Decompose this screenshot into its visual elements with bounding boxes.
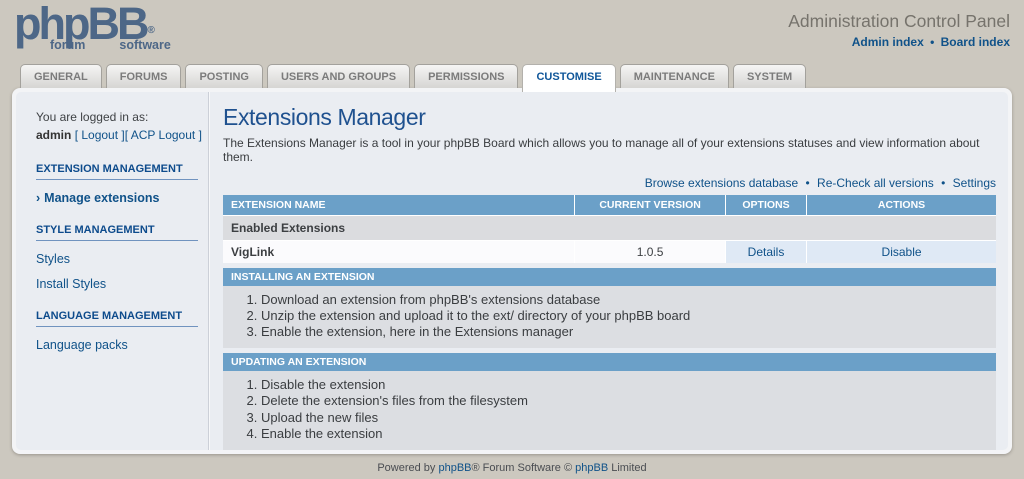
link-separator: •: [930, 35, 934, 49]
phpbb-footer-link[interactable]: phpBB: [438, 462, 471, 474]
sidebar-item-install-styles[interactable]: Install Styles: [36, 277, 208, 291]
menu-title-extension-management: EXTENSION MANAGEMENT: [36, 163, 198, 180]
tab-permissions[interactable]: PERMISSIONS: [414, 64, 518, 88]
step: Upload the new files: [261, 410, 988, 426]
table-header-row: EXTENSION NAME CURRENT VERSION OPTIONS A…: [223, 195, 996, 216]
powered-by-text: Powered by: [377, 462, 438, 474]
header-links: Admin index • Board index: [788, 35, 1010, 49]
board-index-link[interactable]: Board index: [941, 35, 1010, 49]
phpbb-limited-link[interactable]: phpBB: [575, 462, 608, 474]
table-row: VigLink 1.0.5 Details Disable: [223, 241, 996, 264]
enabled-extensions-group-row: Enabled Extensions: [223, 216, 996, 241]
tab-bar: GENERAL FORUMS POSTING USERS AND GROUPS …: [0, 62, 1024, 88]
recheck-all-versions-link[interactable]: Re-Check all versions: [817, 176, 934, 190]
tab-posting[interactable]: POSTING: [185, 64, 263, 88]
arrow-right-icon: ›: [36, 191, 40, 205]
details-link[interactable]: Details: [748, 245, 785, 259]
page-footer: Powered by phpBB® Forum Software © phpBB…: [0, 454, 1024, 474]
disable-link[interactable]: Disable: [882, 245, 922, 259]
settings-link[interactable]: Settings: [953, 176, 996, 190]
menu-title-style-management: STYLE MANAGEMENT: [36, 224, 198, 241]
footer-middle-text: ® Forum Software ©: [472, 462, 576, 474]
toolbar-separator: •: [805, 176, 809, 190]
step: Enable the extension: [261, 426, 988, 442]
tab-customise[interactable]: CUSTOMISE: [522, 64, 615, 92]
sidebar: You are logged in as: admin [ Logout ][ …: [16, 92, 208, 450]
page-title: Extensions Manager: [223, 104, 996, 131]
admin-index-link[interactable]: Admin index: [852, 35, 924, 49]
acp-title: Administration Control Panel: [788, 11, 1010, 32]
step: Delete the extension's files from the fi…: [261, 393, 988, 409]
step: Disable the extension: [261, 377, 988, 393]
toolbar-separator: •: [941, 176, 945, 190]
sidebar-item-manage-extensions[interactable]: ›Manage extensions: [36, 191, 208, 205]
sidebar-item-language-packs[interactable]: Language packs: [36, 338, 208, 352]
tab-general[interactable]: GENERAL: [20, 64, 102, 88]
main-panel: You are logged in as: admin [ Logout ][ …: [12, 88, 1012, 454]
phpbb-logo[interactable]: phpBB® forum software: [14, 0, 171, 52]
step: Unzip the extension and upload it to the…: [261, 308, 988, 324]
extension-version: 1.0.5: [575, 241, 726, 264]
step: Enable the extension, here in the Extens…: [261, 324, 988, 340]
logout-link[interactable]: [ Logout ]: [75, 128, 125, 142]
acp-logout-link[interactable]: [ ACP Logout ]: [125, 128, 202, 142]
session-info: You are logged in as: admin [ Logout ][ …: [36, 108, 208, 144]
section-installing-an-extension: INSTALLING AN EXTENSION Download an exte…: [223, 268, 996, 348]
logged-in-label: You are logged in as:: [36, 108, 208, 126]
column-actions: ACTIONS: [807, 195, 996, 216]
step: Download an extension from phpBB's exten…: [261, 292, 988, 308]
browse-extensions-database-link[interactable]: Browse extensions database: [645, 176, 798, 190]
sidebar-item-styles[interactable]: Styles: [36, 252, 208, 266]
section-updating-an-extension: UPDATING AN EXTENSION Disable the extens…: [223, 353, 996, 449]
tab-maintenance[interactable]: MAINTENANCE: [620, 64, 729, 88]
column-extension-name: EXTENSION NAME: [223, 195, 575, 216]
group-label: Enabled Extensions: [223, 216, 996, 241]
column-options: OPTIONS: [725, 195, 806, 216]
section-title: UPDATING AN EXTENSION: [223, 353, 996, 371]
menu-title-language-management: LANGUAGE MANAGEMENT: [36, 310, 198, 327]
column-current-version: CURRENT VERSION: [575, 195, 726, 216]
footer-suffix-text: Limited: [608, 462, 647, 474]
extension-name: VigLink: [223, 241, 575, 264]
toolbar-links: Browse extensions database • Re-Check al…: [223, 176, 996, 190]
registered-mark-icon: ®: [147, 25, 154, 36]
page-header: phpBB® forum software Administration Con…: [0, 0, 1024, 62]
page-description: The Extensions Manager is a tool in your…: [223, 136, 996, 164]
installing-steps: Download an extension from phpBB's exten…: [261, 292, 988, 340]
section-title: INSTALLING AN EXTENSION: [223, 268, 996, 286]
tab-system[interactable]: SYSTEM: [733, 64, 806, 88]
extensions-table: EXTENSION NAME CURRENT VERSION OPTIONS A…: [223, 195, 996, 263]
updating-steps: Disable the extension Delete the extensi…: [261, 377, 988, 441]
tab-forums[interactable]: FORUMS: [106, 64, 182, 88]
tab-users-and-groups[interactable]: USERS AND GROUPS: [267, 64, 410, 88]
username: admin: [36, 128, 71, 142]
content-area: Extensions Manager The Extensions Manage…: [208, 92, 1008, 450]
